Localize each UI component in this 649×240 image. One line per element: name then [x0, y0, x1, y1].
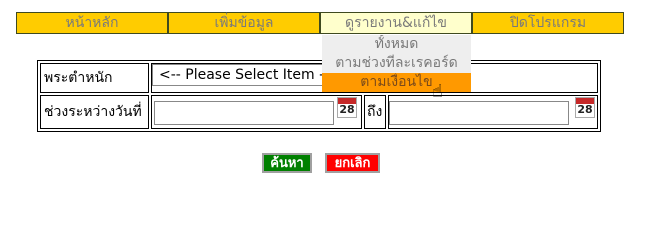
nav-item-home[interactable]: หน้าหลัก — [16, 12, 168, 34]
top-nav: หน้าหลัก เพิ่มข้อมูล ดูรายงาน&แก้ไข ปิดโ… — [16, 12, 624, 34]
date-from-input[interactable] — [154, 101, 334, 125]
dropdown-item-all[interactable]: ทั้งหมด — [322, 35, 471, 54]
nav-item-reports-edit[interactable]: ดูรายงาน&แก้ไข — [320, 12, 472, 34]
calendar-icon[interactable]: 28 — [575, 97, 595, 118]
cancel-button[interactable]: ยกเลิก — [325, 153, 380, 173]
search-button[interactable]: ค้นหา — [262, 153, 312, 173]
nav-item-close-program[interactable]: ปิดโปรแกรม — [472, 12, 624, 34]
to-label: ถึง — [364, 95, 386, 129]
date-to-input[interactable] — [389, 101, 569, 125]
dropdown-item-by-record-range[interactable]: ตามช่วงที่ละเรคอร์ด — [322, 54, 471, 73]
nav-item-add-data[interactable]: เพิ่มข้อมูล — [168, 12, 320, 34]
calendar-icon[interactable]: 28 — [337, 97, 357, 118]
date-range-label: ช่วงระหว่างวันที่ — [40, 95, 149, 129]
hand-pointer-icon: ☝ — [432, 81, 443, 102]
position-label: พระตำหนัก — [40, 63, 149, 93]
